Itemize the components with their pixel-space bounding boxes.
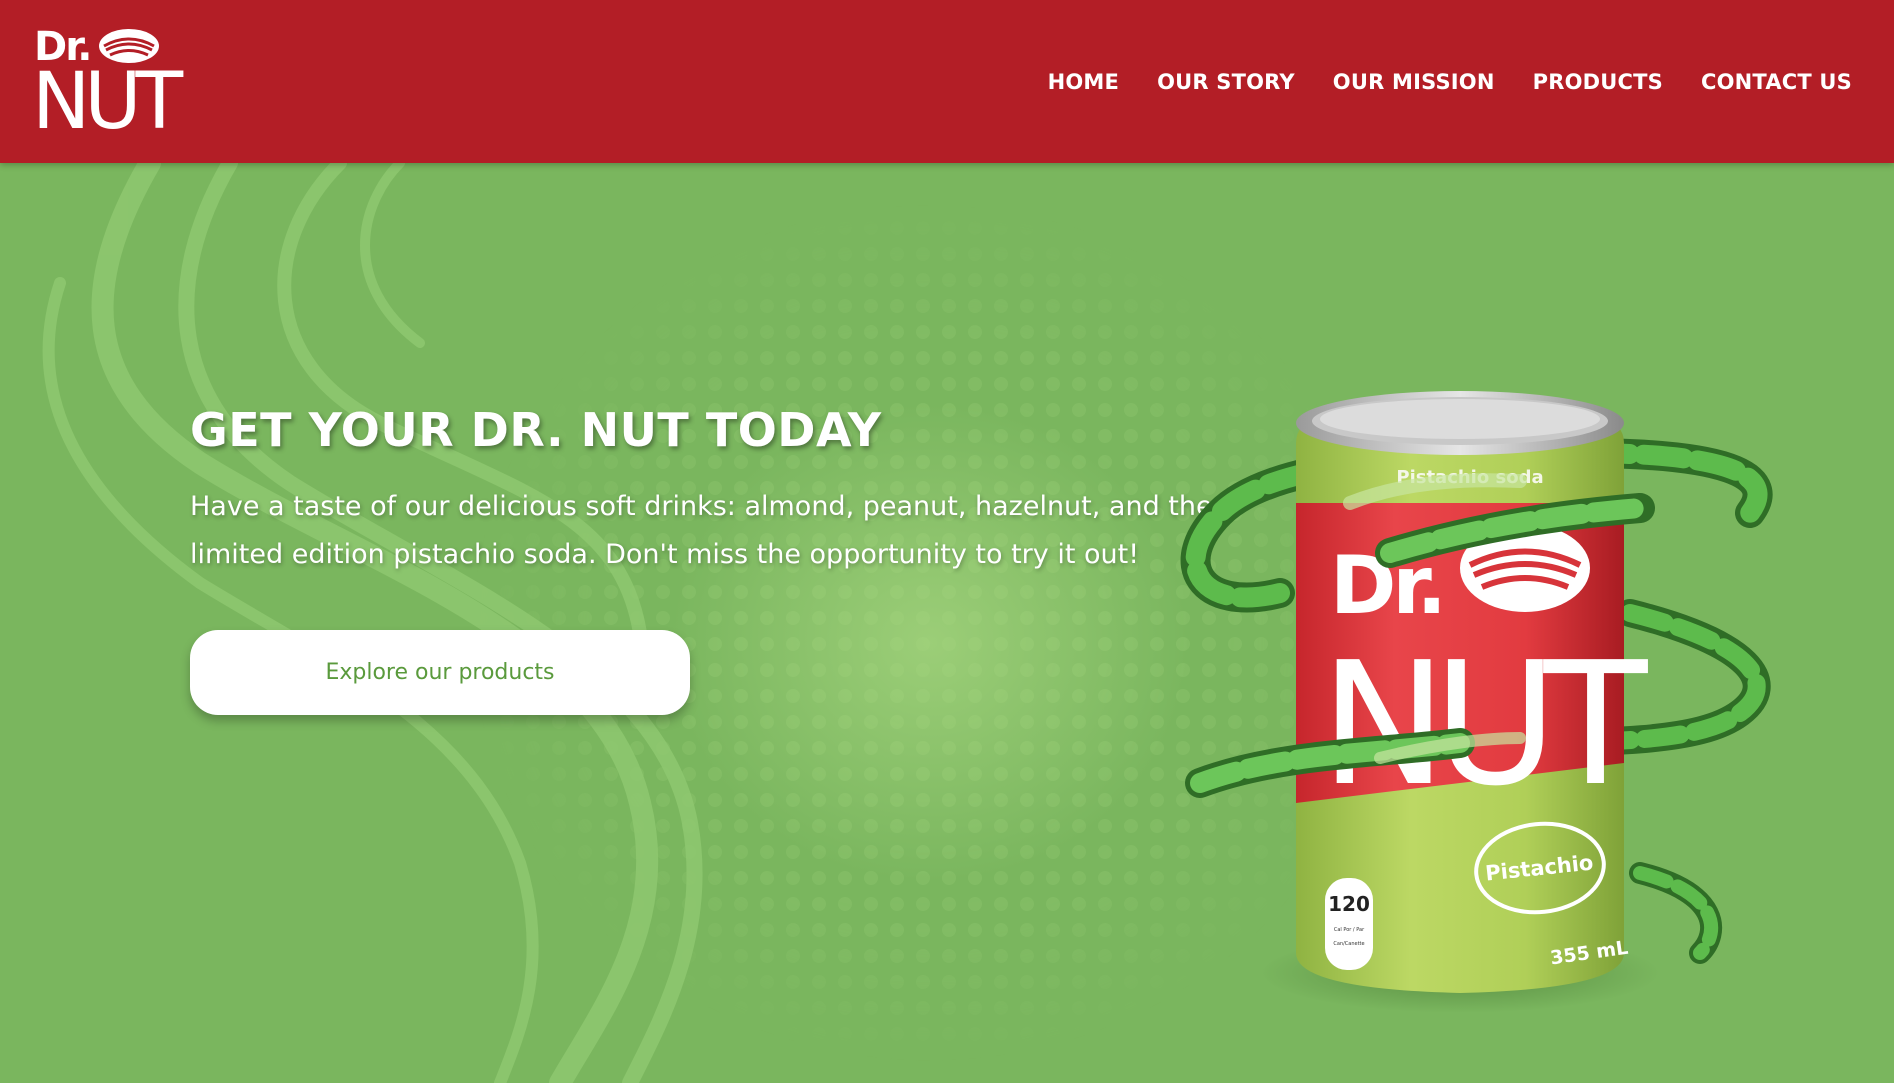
hero-title: GET YOUR DR. NUT TODAY (190, 403, 882, 457)
nav-contact-us[interactable]: CONTACT US (1701, 70, 1852, 94)
site-header: Dr. NUT HOME OUR STORY OUR MISSION PRODU… (0, 0, 1894, 163)
nav-our-story[interactable]: OUR STORY (1157, 70, 1295, 94)
can-calorie-note-2: Can/Canette (1333, 941, 1364, 947)
main-nav: HOME OUR STORY OUR MISSION PRODUCTS CONT… (1048, 70, 1852, 94)
can-calories: 120 (1328, 892, 1370, 916)
logo-nut-text: NUT (32, 57, 183, 147)
pistachio-can-image: Pistachio soda Dr. NUT Pistachio 120 Cal… (1180, 391, 1773, 1013)
nav-products[interactable]: PRODUCTS (1533, 70, 1663, 94)
explore-products-button[interactable]: Explore our products (190, 630, 690, 715)
nav-home[interactable]: HOME (1048, 70, 1119, 94)
hero-subtitle: Have a taste of our delicious soft drink… (190, 491, 1213, 570)
can-brand-nut: NUT (1320, 626, 1649, 824)
can-calorie-note-1: Cal Por / Par (1334, 927, 1365, 933)
dr-nut-logo[interactable]: Dr. NUT (32, 20, 183, 142)
nav-our-mission[interactable]: OUR MISSION (1333, 70, 1495, 94)
hero-section: GET YOUR DR. NUT TODAY Have a taste of o… (0, 163, 1894, 1083)
